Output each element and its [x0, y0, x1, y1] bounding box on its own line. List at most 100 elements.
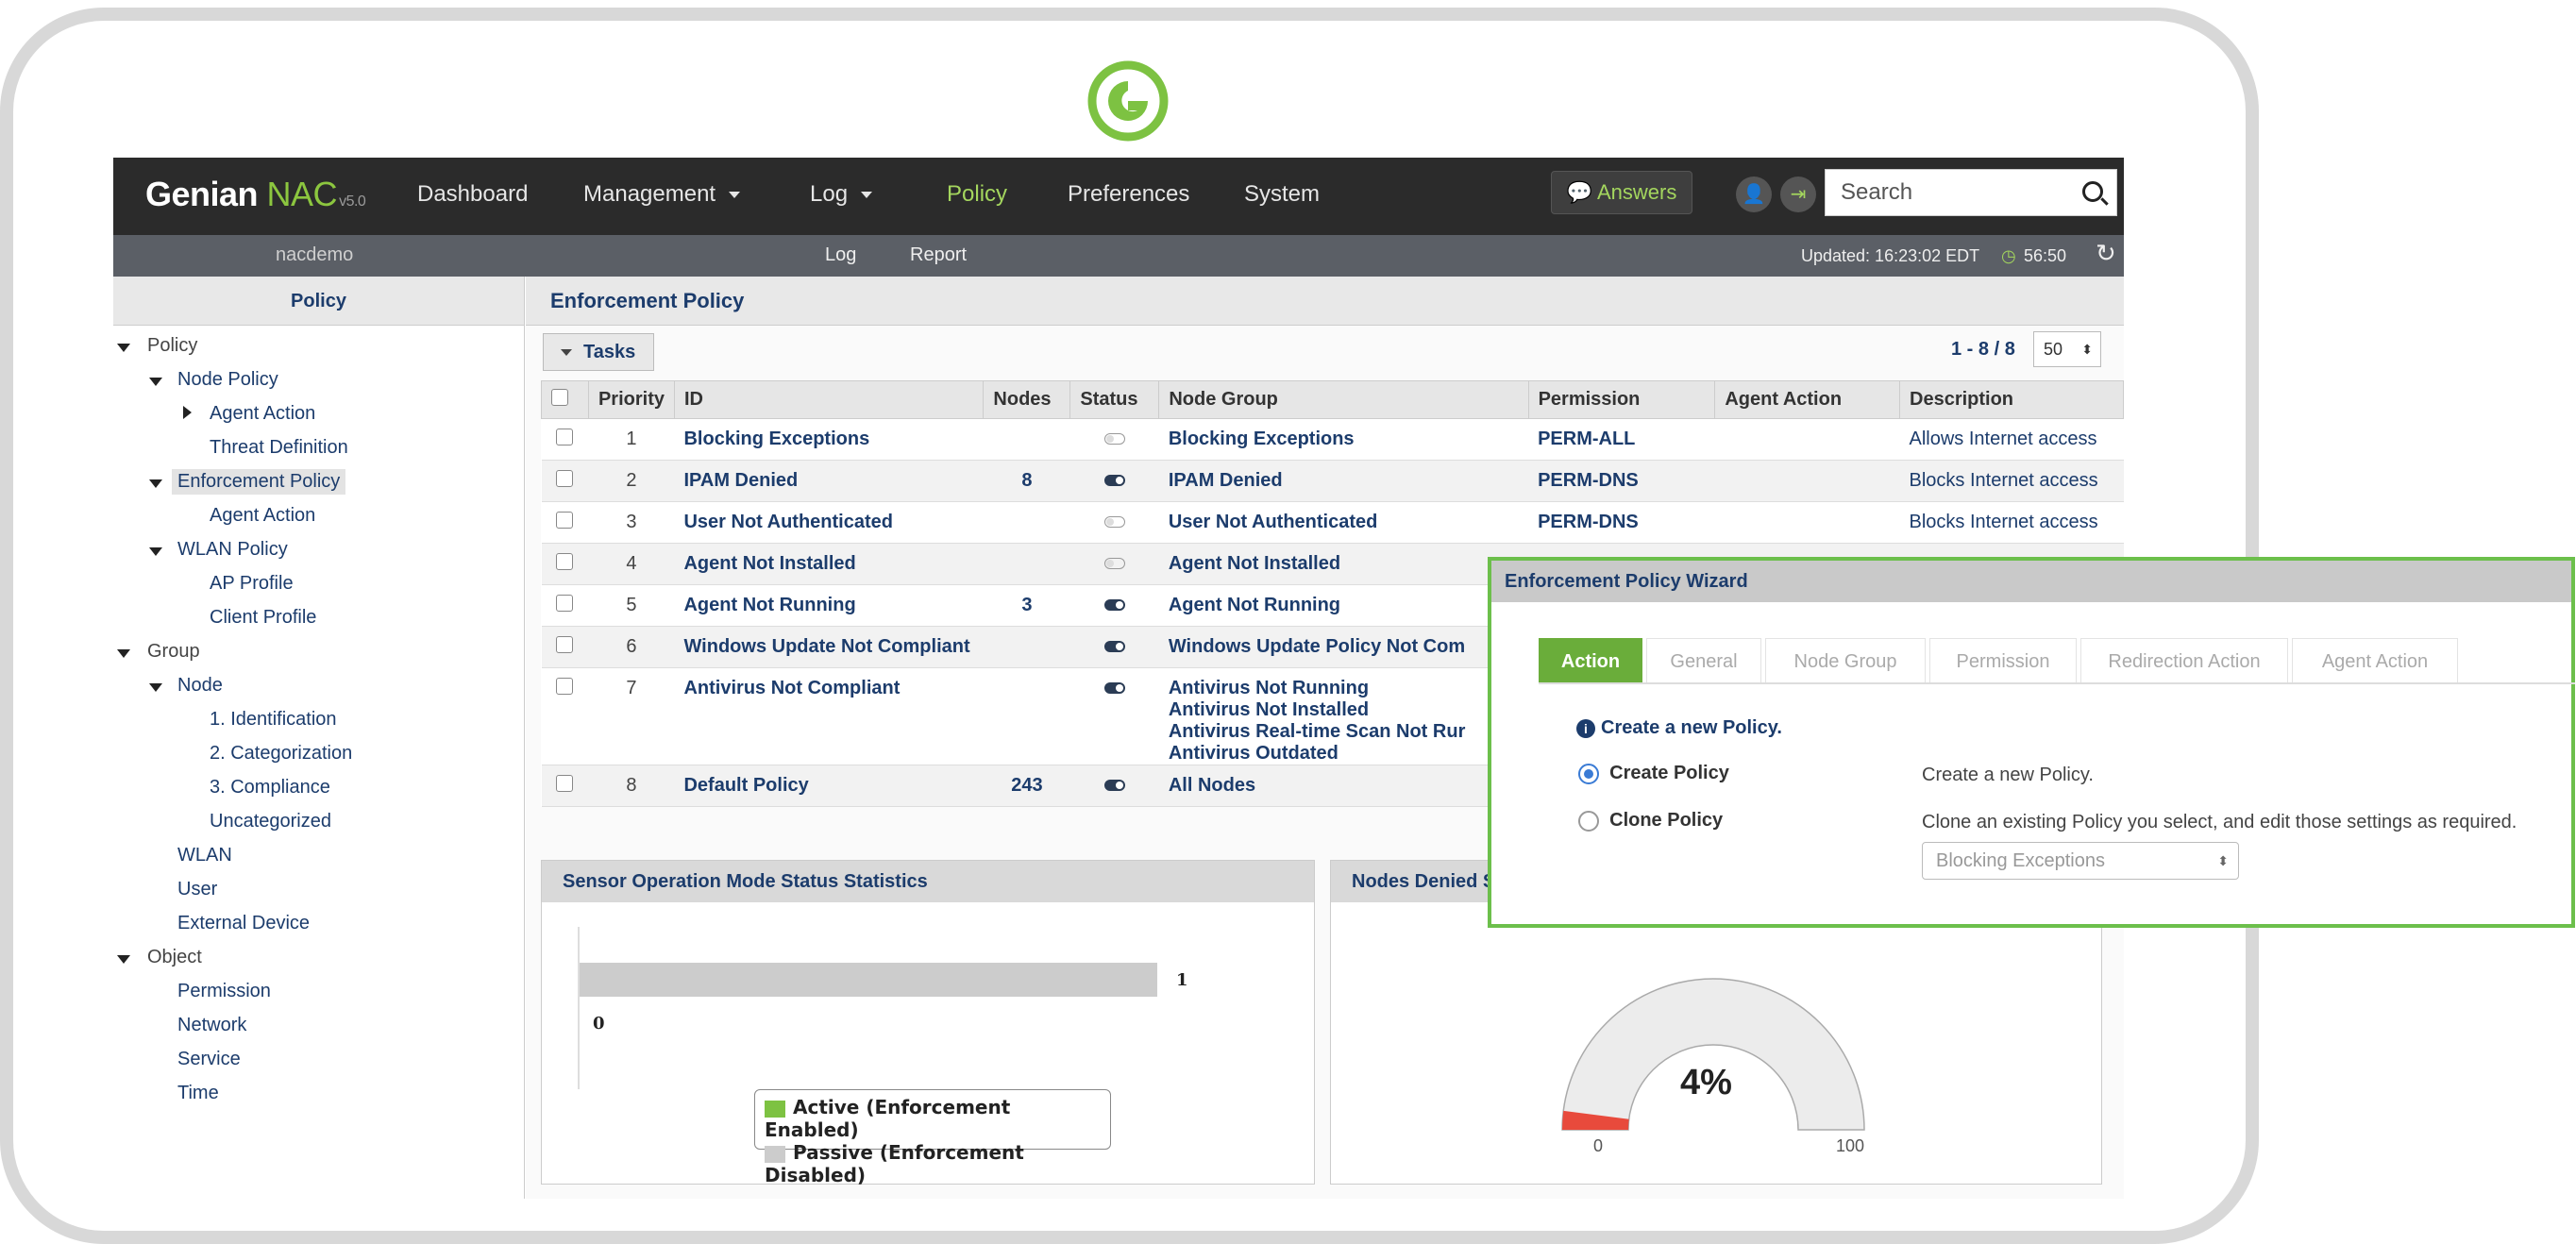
cell-nodes[interactable]: 8: [983, 460, 1070, 502]
expand-icon[interactable]: [149, 683, 162, 692]
page-size-select[interactable]: 50 ⬍: [2033, 331, 2101, 367]
row-checkbox[interactable]: [556, 595, 574, 612]
search-icon[interactable]: [2082, 181, 2103, 202]
cell-id[interactable]: IPAM Denied: [674, 460, 984, 502]
tab-redirection-action[interactable]: Redirection Action: [2080, 638, 2288, 683]
refresh-icon[interactable]: ↻: [2096, 239, 2116, 268]
status-toggle-icon[interactable]: [1103, 516, 1125, 528]
tree-item-enforcement-policy[interactable]: Enforcement Policy: [172, 469, 346, 495]
tree-item-uncategorized[interactable]: Uncategorized: [210, 811, 331, 832]
cell-node-group-line[interactable]: Antivirus Not Running: [1169, 678, 1519, 699]
col-id[interactable]: ID: [673, 380, 985, 419]
tree-item-threat-definition[interactable]: Threat Definition: [210, 437, 348, 459]
table-row[interactable]: 3 User Not Authenticated User Not Authenti…: [541, 501, 2124, 544]
tree-item-group[interactable]: Group: [147, 641, 200, 663]
cell-id[interactable]: User Not Authenticated: [674, 501, 984, 544]
cell-id[interactable]: Agent Not Installed: [674, 543, 984, 585]
answers-button[interactable]: 💬 Answers: [1551, 171, 1692, 214]
expand-icon[interactable]: [149, 378, 162, 386]
cell-id[interactable]: Agent Not Running: [674, 584, 984, 627]
tree-item-network[interactable]: Network: [177, 1015, 246, 1036]
tree-item-categorization[interactable]: 2. Categorization: [210, 743, 352, 765]
cell-nodes[interactable]: [983, 543, 1070, 585]
tree-item-object[interactable]: Object: [147, 947, 202, 968]
tree-item-time[interactable]: Time: [177, 1083, 219, 1104]
tree-item-wlan-policy[interactable]: WLAN Policy: [177, 539, 288, 561]
cell-id[interactable]: Default Policy: [674, 765, 984, 807]
cell-nodes[interactable]: 243: [983, 765, 1070, 807]
cell-nodes[interactable]: 3: [983, 584, 1070, 627]
cell-nodes[interactable]: [983, 501, 1070, 544]
cell-permission[interactable]: PERM-DNS: [1528, 460, 1715, 502]
cell-nodes[interactable]: [983, 626, 1070, 668]
tree-item-agent-action[interactable]: Agent Action: [210, 403, 315, 425]
logout-icon[interactable]: ⇥: [1780, 177, 1816, 212]
table-row[interactable]: 1 Blocking Exceptions Blocking Exceptions P…: [541, 418, 2124, 461]
cell-id[interactable]: Blocking Exceptions: [674, 418, 984, 461]
create-policy-radio[interactable]: [1578, 763, 1599, 784]
expand-icon[interactable]: [117, 955, 130, 964]
tab-node-group[interactable]: Node Group: [1765, 638, 1926, 683]
tree-item-service[interactable]: Service: [177, 1049, 241, 1070]
cell-node-group-line[interactable]: All Nodes: [1169, 775, 1519, 797]
tree-item-permission[interactable]: Permission: [177, 981, 271, 1002]
tree-item-ap-profile[interactable]: AP Profile: [210, 573, 294, 595]
tree-item-agent-action-2[interactable]: Agent Action: [210, 505, 315, 527]
status-toggle-icon[interactable]: [1103, 641, 1125, 652]
select-all-checkbox[interactable]: [541, 380, 589, 419]
tree-item-client-profile[interactable]: Client Profile: [210, 607, 316, 629]
create-policy-option[interactable]: Create Policy: [1578, 763, 1729, 784]
cell-node-group-line[interactable]: Antivirus Outdated: [1169, 743, 1519, 765]
row-checkbox[interactable]: [556, 775, 574, 792]
sub-nav-log[interactable]: Log: [825, 244, 856, 266]
col-priority[interactable]: Priority: [587, 380, 675, 419]
status-toggle-icon[interactable]: [1103, 475, 1125, 486]
clone-policy-select[interactable]: Blocking Exceptions ⬍: [1922, 842, 2239, 880]
col-node-group[interactable]: Node Group: [1158, 380, 1529, 419]
expand-icon[interactable]: [117, 344, 130, 352]
tree-item-user[interactable]: User: [177, 879, 217, 900]
row-checkbox[interactable]: [556, 470, 574, 487]
user-icon[interactable]: 👤: [1736, 177, 1772, 212]
status-toggle-icon[interactable]: [1103, 558, 1125, 569]
tree-item-node-policy[interactable]: Node Policy: [177, 369, 278, 391]
cell-node-group-line[interactable]: Blocking Exceptions: [1169, 429, 1519, 450]
cell-node-group-line[interactable]: User Not Authenticated: [1169, 512, 1519, 533]
row-checkbox[interactable]: [556, 553, 574, 570]
collapse-icon[interactable]: [183, 406, 192, 419]
expand-icon[interactable]: [149, 479, 162, 488]
brand-logo[interactable]: Genian NAC v5.0: [145, 175, 366, 214]
cell-nodes[interactable]: [983, 667, 1070, 765]
cell-nodes[interactable]: [983, 418, 1070, 461]
cell-node-group-line[interactable]: IPAM Denied: [1169, 470, 1519, 492]
tab-action[interactable]: Action: [1539, 638, 1642, 683]
status-toggle-icon[interactable]: [1103, 433, 1125, 445]
status-toggle-icon[interactable]: [1103, 599, 1125, 611]
tab-agent-action[interactable]: Agent Action: [2292, 638, 2458, 683]
row-checkbox[interactable]: [556, 429, 574, 445]
expand-icon[interactable]: [149, 547, 162, 556]
nav-system[interactable]: System: [1244, 181, 1320, 208]
cell-id[interactable]: Windows Update Not Compliant: [674, 626, 984, 668]
status-toggle-icon[interactable]: [1103, 682, 1125, 694]
cell-id[interactable]: Antivirus Not Compliant: [674, 667, 984, 765]
tree-item-node[interactable]: Node: [177, 675, 223, 697]
cell-permission[interactable]: PERM-DNS: [1528, 501, 1715, 544]
tree-item-wlan[interactable]: WLAN: [177, 845, 232, 866]
col-description[interactable]: Description: [1899, 380, 2124, 419]
cell-node-group-line[interactable]: Agent Not Running: [1169, 595, 1519, 616]
row-checkbox[interactable]: [556, 678, 574, 695]
cell-node-group-line[interactable]: Antivirus Not Installed: [1169, 699, 1519, 721]
col-permission[interactable]: Permission: [1527, 380, 1716, 419]
search-input[interactable]: Search: [1825, 169, 2117, 216]
nav-management[interactable]: Management: [583, 181, 741, 208]
nav-policy[interactable]: Policy: [947, 181, 1007, 208]
cell-permission[interactable]: PERM-ALL: [1528, 418, 1715, 461]
nav-preferences[interactable]: Preferences: [1068, 181, 1189, 208]
cell-node-group-line[interactable]: Windows Update Policy Not Com: [1169, 636, 1519, 658]
cell-node-group-line[interactable]: Antivirus Real-time Scan Not Rur: [1169, 721, 1519, 743]
col-status[interactable]: Status: [1069, 380, 1160, 419]
status-toggle-icon[interactable]: [1103, 780, 1125, 791]
tab-general[interactable]: General: [1646, 638, 1761, 683]
clone-policy-radio[interactable]: [1578, 810, 1599, 832]
